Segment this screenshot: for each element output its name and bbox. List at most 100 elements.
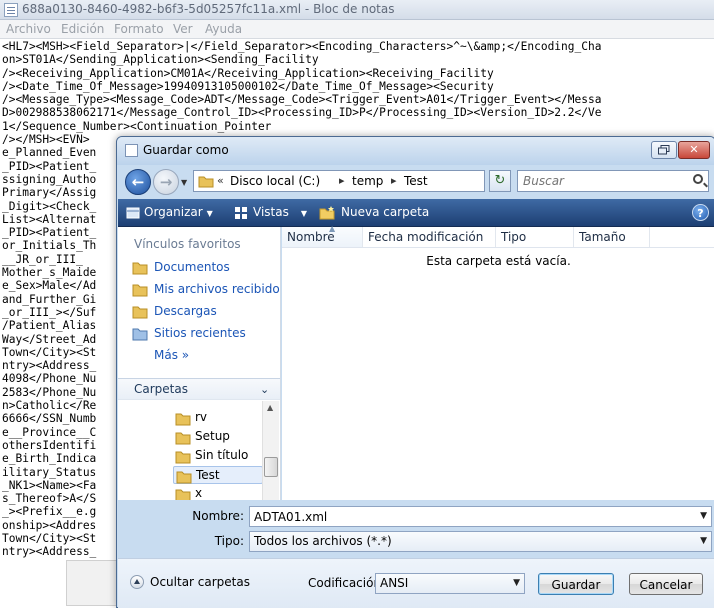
notepad-scrollbar[interactable] xyxy=(66,560,118,606)
tree-item-test[interactable]: Test xyxy=(173,466,263,484)
menu-edicion[interactable]: Edición xyxy=(61,22,104,36)
chevron-down-icon: ▼ xyxy=(700,536,707,546)
history-dropdown-icon[interactable]: ▼ xyxy=(181,178,187,187)
views-label: Vistas xyxy=(253,205,289,219)
chevron-down-icon: ▼ xyxy=(513,578,520,588)
favorite-descargas[interactable]: Descargas xyxy=(132,303,217,321)
search-box[interactable] xyxy=(517,170,709,192)
notepad-text-line: /><Date_Time_Of_Message>1994091310500010… xyxy=(2,79,494,93)
help-icon: ? xyxy=(697,207,704,220)
search-icon xyxy=(693,174,703,184)
cancel-button[interactable]: Cancelar xyxy=(629,573,703,595)
dialog-toolbar: Organizar ▼ Vistas ▼ Nueva carpeta ? xyxy=(118,199,714,227)
favorite-documentos[interactable]: Documentos xyxy=(132,259,230,277)
tree-item-sin-titulo[interactable]: Sin título xyxy=(173,447,263,465)
tree-item-label: Setup xyxy=(195,429,230,443)
encoding-value: ANSI xyxy=(380,576,409,590)
encoding-label: Codificación: xyxy=(308,576,386,590)
dialog-footer: Ocultar carpetas Codificación: ANSI ▼ Gu… xyxy=(118,558,714,608)
folder-icon xyxy=(176,471,192,484)
new-folder-button[interactable]: Nueva carpeta xyxy=(341,205,429,219)
folder-icon xyxy=(175,451,191,464)
notepad-menubar: Archivo Edición Formato Ver Ayuda xyxy=(0,20,714,39)
tree-item-rv[interactable]: rv xyxy=(173,409,263,427)
menu-ayuda[interactable]: Ayuda xyxy=(205,22,242,36)
chevron-down-icon: ▼ xyxy=(300,209,307,218)
back-button[interactable]: ← xyxy=(125,169,151,195)
file-type-value: Todos los archivos (*.*) xyxy=(254,534,392,548)
notepad-text-line: 1</Sequence_Number><Continuation_Pointer xyxy=(2,119,272,133)
save-button[interactable]: Guardar xyxy=(538,573,614,595)
scroll-thumb[interactable] xyxy=(264,457,278,477)
save-fields: Nombre: ▼ Tipo: Todos los archivos (*.*)… xyxy=(118,500,714,558)
arrow-right-icon: → xyxy=(159,173,173,191)
restore-button[interactable] xyxy=(651,141,677,159)
file-name-field[interactable]: ▼ xyxy=(249,506,712,527)
views-button[interactable]: Vistas ▼ xyxy=(253,205,307,219)
column-header-nombre[interactable]: ▲ Nombre xyxy=(282,224,363,247)
column-header-tamano[interactable]: Tamaño xyxy=(574,227,650,247)
dialog-titlebar[interactable]: Guardar como ✕ xyxy=(117,137,714,165)
notepad-title: 688a0130-8460-4982-b6f3-5d05257fc11a.xml… xyxy=(22,2,395,16)
collapse-up-icon xyxy=(130,575,144,589)
folders-header[interactable]: Carpetas ⌄ xyxy=(118,378,280,400)
forward-button[interactable]: → xyxy=(153,169,179,195)
scroll-up-icon[interactable]: ▲ xyxy=(267,403,273,412)
encoding-select[interactable]: ANSI ▼ xyxy=(375,573,525,594)
downloads-folder-icon xyxy=(132,306,148,319)
notepad-text-line: /><Receiving_Application>CM01A</Receivin… xyxy=(2,66,494,80)
dialog-title: Guardar como xyxy=(143,143,229,157)
tree-item-x[interactable]: x xyxy=(173,485,263,500)
save-as-dialog: Guardar como ✕ ← → ▼ « Disco local (C:) … xyxy=(116,136,714,608)
more-favorites-link[interactable]: Más » xyxy=(154,348,189,362)
folder-icon xyxy=(175,413,191,426)
chevron-down-icon: ▼ xyxy=(206,209,213,218)
breadcrumb-disco-local[interactable]: Disco local (C:) xyxy=(230,174,320,188)
file-type-select[interactable]: Todos los archivos (*.*) ▼ xyxy=(249,531,712,552)
organize-button[interactable]: Organizar ▼ xyxy=(144,205,213,219)
notepad-text-line: /><Message_Type><Message_Code>ADT</Messa… xyxy=(2,93,602,107)
received-files-folder-icon xyxy=(132,284,148,297)
refresh-button[interactable]: ↻ xyxy=(489,170,511,192)
more-label: Más xyxy=(154,348,178,362)
file-list[interactable]: ▲ Nombre Fecha modificación Tipo Tamaño … xyxy=(282,224,714,500)
tree-item-label: Sin título xyxy=(195,448,249,462)
favorite-sitios-recientes[interactable]: Sitios recientes xyxy=(132,325,246,343)
column-header-fecha[interactable]: Fecha modificación xyxy=(363,227,496,247)
sort-ascending-icon: ▲ xyxy=(329,224,336,233)
tree-item-label: Test xyxy=(196,468,220,482)
tree-item-label: x xyxy=(195,486,203,500)
notepad-text-line: <HL7><MSH><Field_Separator>|</Field_Sepa… xyxy=(2,40,602,53)
tree-item-label: rv xyxy=(195,410,208,424)
menu-archivo[interactable]: Archivo xyxy=(6,22,51,36)
documents-folder-icon xyxy=(132,262,148,275)
breadcrumb-separator-icon[interactable]: ▸ xyxy=(339,174,345,187)
menu-formato[interactable]: Formato xyxy=(114,22,164,36)
breadcrumb-separator-icon[interactable]: ▸ xyxy=(391,174,397,187)
file-name-label: Nombre: xyxy=(192,509,244,523)
empty-folder-message: Esta carpeta está vacía. xyxy=(426,254,571,268)
restore-icon xyxy=(658,145,670,155)
close-button[interactable]: ✕ xyxy=(678,141,710,159)
breadcrumb-test[interactable]: Test xyxy=(404,174,428,188)
favorite-label: Sitios recientes xyxy=(154,326,246,340)
breadcrumb-temp[interactable]: temp xyxy=(352,174,383,188)
hide-folders-label: Ocultar carpetas xyxy=(150,575,250,589)
menu-ver[interactable]: Ver xyxy=(173,22,193,36)
column-header-tipo[interactable]: Tipo xyxy=(496,227,574,247)
refresh-icon: ↻ xyxy=(494,173,506,188)
file-name-input[interactable] xyxy=(254,509,684,524)
favorite-mis-archivos-recibidos[interactable]: Mis archivos recibidos xyxy=(132,281,280,299)
favorite-label: Documentos xyxy=(154,260,230,274)
tree-item-setup[interactable]: Setup xyxy=(173,428,263,446)
dialog-window-icon xyxy=(125,144,138,157)
folder-tree-scrollbar[interactable]: ▲ xyxy=(262,401,279,500)
recent-places-icon xyxy=(132,328,148,341)
chevron-down-icon[interactable]: ▼ xyxy=(700,511,707,521)
views-icon xyxy=(235,207,247,219)
favorite-label: Descargas xyxy=(154,304,217,318)
help-button[interactable]: ? xyxy=(692,204,709,221)
address-row: ← → ▼ « Disco local (C:) ▸ temp ▸ Test ▼… xyxy=(117,165,714,199)
search-input[interactable] xyxy=(521,173,681,189)
address-bar[interactable]: « Disco local (C:) ▸ temp ▸ Test ▼ xyxy=(193,170,553,192)
